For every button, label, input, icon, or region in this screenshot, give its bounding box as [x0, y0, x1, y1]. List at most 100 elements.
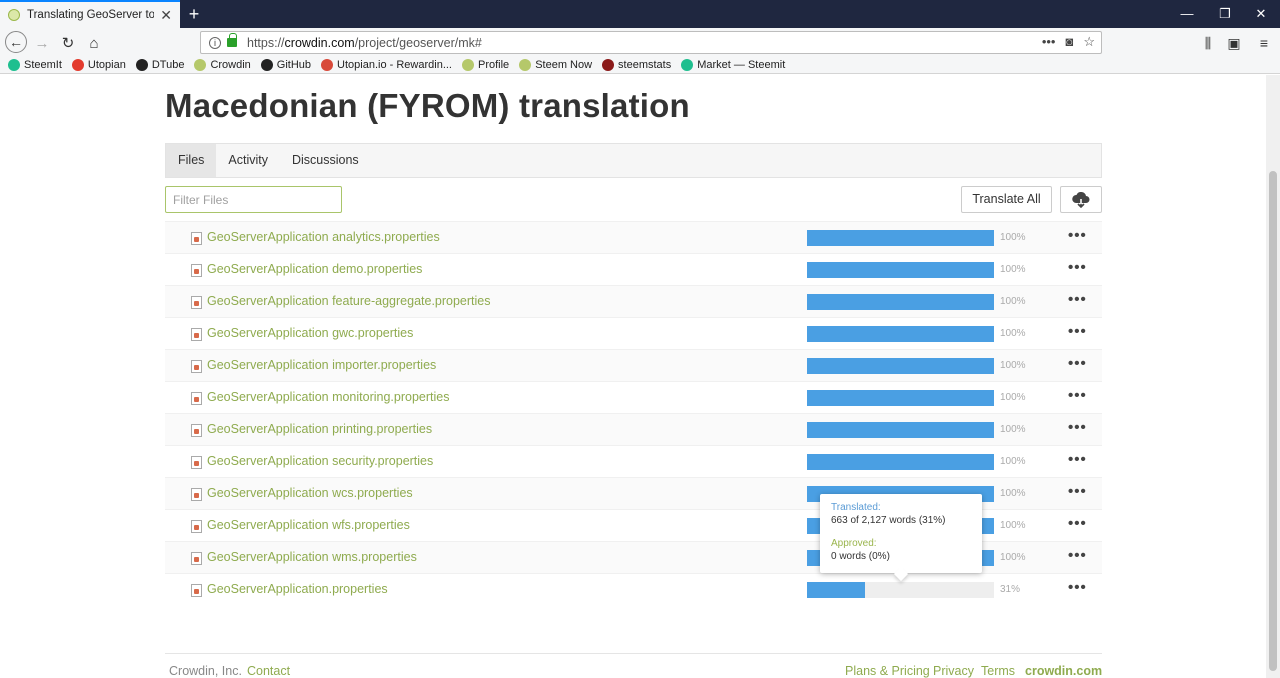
scrollbar-thumb[interactable]: [1269, 171, 1277, 671]
footer-brand-link[interactable]: crowdin.com: [1025, 664, 1102, 678]
progress-percent: 100%: [1000, 296, 1026, 307]
menu-icon[interactable]: ≡: [1252, 31, 1276, 55]
info-icon[interactable]: i: [209, 36, 221, 49]
progress-percent: 31%: [1000, 584, 1021, 595]
progress-fill: [807, 358, 994, 374]
more-options-icon[interactable]: •••: [1068, 291, 1087, 308]
home-icon[interactable]: ⌂: [82, 31, 106, 55]
tab-files[interactable]: Files: [166, 144, 217, 177]
crowdin-favicon-icon: [8, 9, 20, 21]
bookmark-item[interactable]: Utopian: [71, 58, 126, 71]
footer-contact-link[interactable]: Contact: [247, 664, 290, 678]
new-tab-icon[interactable]: +: [184, 4, 204, 24]
footer-terms-link[interactable]: Terms: [981, 664, 1015, 678]
bookmark-star-icon[interactable]: ☆: [1083, 34, 1095, 50]
bookmark-item[interactable]: DTube: [135, 58, 184, 71]
bookmark-item[interactable]: GitHub: [260, 58, 311, 71]
progress-percent: 100%: [1000, 360, 1026, 371]
bookmark-item[interactable]: SteemIt: [8, 58, 62, 71]
file-name-link[interactable]: GeoServerApplication printing.properties: [207, 422, 432, 436]
progress-percent: 100%: [1000, 264, 1026, 275]
progress-fill: [807, 326, 994, 342]
progress-bar: [807, 358, 994, 374]
bookmark-label: Utopian.io - Rewardin...: [337, 58, 452, 71]
more-options-icon[interactable]: •••: [1068, 579, 1087, 596]
progress-fill: [807, 294, 994, 310]
forward-icon[interactable]: →: [30, 31, 54, 55]
reload-icon[interactable]: ↻: [56, 31, 80, 55]
file-row: GeoServerApplication demo.properties 100%…: [165, 253, 1102, 285]
pocket-icon[interactable]: ◙: [1065, 34, 1073, 50]
file-name-link[interactable]: GeoServerApplication wms.properties: [207, 550, 417, 564]
filter-files-input[interactable]: [165, 186, 342, 213]
page-actions-icon[interactable]: •••: [1042, 34, 1056, 50]
bookmark-favicon-icon: [519, 58, 532, 71]
progress-fill: [807, 262, 994, 278]
footer-privacy-link[interactable]: Privacy: [933, 664, 974, 678]
more-options-icon[interactable]: •••: [1068, 547, 1087, 564]
more-options-icon[interactable]: •••: [1068, 451, 1087, 468]
properties-file-icon: [191, 520, 202, 533]
tab-discussions[interactable]: Discussions: [280, 144, 371, 177]
bookmarks-bar: SteemIt Utopian DTube Crowdin GitHub Utopian.…: [0, 56, 1280, 74]
more-options-icon[interactable]: •••: [1068, 227, 1087, 244]
download-cloud-button[interactable]: [1060, 186, 1102, 213]
bookmark-item[interactable]: Steem Now: [519, 58, 592, 71]
properties-file-icon: [191, 232, 202, 245]
url-bar[interactable]: i https://crowdin.com/project/geoserver/…: [200, 31, 1102, 54]
file-name-link[interactable]: GeoServerApplication monitoring.properti…: [207, 390, 450, 404]
bookmark-label: Profile: [478, 58, 510, 71]
more-options-icon[interactable]: •••: [1068, 419, 1087, 436]
footer-divider: [165, 653, 1102, 654]
bookmark-item[interactable]: steemstats: [602, 58, 672, 71]
bookmark-item[interactable]: Utopian.io - Rewardin...: [321, 58, 452, 71]
bookmark-item[interactable]: Market — Steemit: [681, 58, 785, 71]
sidebar-icon[interactable]: ▣: [1222, 31, 1246, 55]
progress-percent: 100%: [1000, 328, 1026, 339]
tab-activity[interactable]: Activity: [216, 144, 280, 177]
file-row: GeoServerApplication security.properties…: [165, 445, 1102, 477]
bookmark-item[interactable]: Profile: [462, 58, 510, 71]
progress-percent: 100%: [1000, 488, 1026, 499]
file-name-link[interactable]: GeoServerApplication analytics.propertie…: [207, 230, 440, 244]
footer-company: Crowdin, Inc.: [169, 664, 242, 678]
file-row: GeoServerApplication printing.properties…: [165, 413, 1102, 445]
project-tabs: Files Activity Discussions: [165, 143, 1102, 178]
progress-fill: [807, 390, 994, 406]
properties-file-icon: [191, 360, 202, 373]
more-options-icon[interactable]: •••: [1068, 515, 1087, 532]
file-name-link[interactable]: GeoServerApplication.properties: [207, 582, 388, 596]
file-name-link[interactable]: GeoServerApplication security.properties: [207, 454, 433, 468]
file-name-link[interactable]: GeoServerApplication gwc.properties: [207, 326, 413, 340]
file-name-link[interactable]: GeoServerApplication feature-aggregate.p…: [207, 294, 491, 308]
more-options-icon[interactable]: •••: [1068, 387, 1087, 404]
properties-file-icon: [191, 328, 202, 341]
more-options-icon[interactable]: •••: [1068, 259, 1087, 276]
properties-file-icon: [191, 456, 202, 469]
back-icon[interactable]: ←: [5, 31, 27, 53]
browser-tab[interactable]: Translating GeoServer to Maced ✕: [0, 0, 180, 28]
progress-bar: [807, 422, 994, 438]
progress-bar: [807, 294, 994, 310]
close-tab-icon[interactable]: ✕: [160, 7, 172, 24]
file-name-link[interactable]: GeoServerApplication importer.properties: [207, 358, 436, 372]
footer-plans-link[interactable]: Plans & Pricing: [845, 664, 930, 678]
approved-value: 0 words (0%): [831, 551, 890, 562]
page-scrollbar[interactable]: [1266, 75, 1280, 678]
more-options-icon[interactable]: •••: [1068, 323, 1087, 340]
properties-file-icon: [191, 392, 202, 405]
bookmark-item[interactable]: Crowdin: [194, 58, 251, 71]
bookmark-favicon-icon: [681, 58, 694, 71]
page-content: Macedonian (FYROM) translation Files Act…: [0, 75, 1266, 678]
file-name-link[interactable]: GeoServerApplication wfs.properties: [207, 518, 410, 532]
file-name-link[interactable]: GeoServerApplication wcs.properties: [207, 486, 413, 500]
translate-all-button[interactable]: Translate All: [961, 186, 1052, 213]
bookmark-label: steemstats: [618, 58, 672, 71]
progress-percent: 100%: [1000, 456, 1026, 467]
more-options-icon[interactable]: •••: [1068, 355, 1087, 372]
more-options-icon[interactable]: •••: [1068, 483, 1087, 500]
file-name-link[interactable]: GeoServerApplication demo.properties: [207, 262, 422, 276]
close-window-icon[interactable]: ✕: [1238, 0, 1280, 28]
library-icon[interactable]: ⫼: [1196, 31, 1220, 55]
file-row: GeoServerApplication feature-aggregate.p…: [165, 285, 1102, 317]
